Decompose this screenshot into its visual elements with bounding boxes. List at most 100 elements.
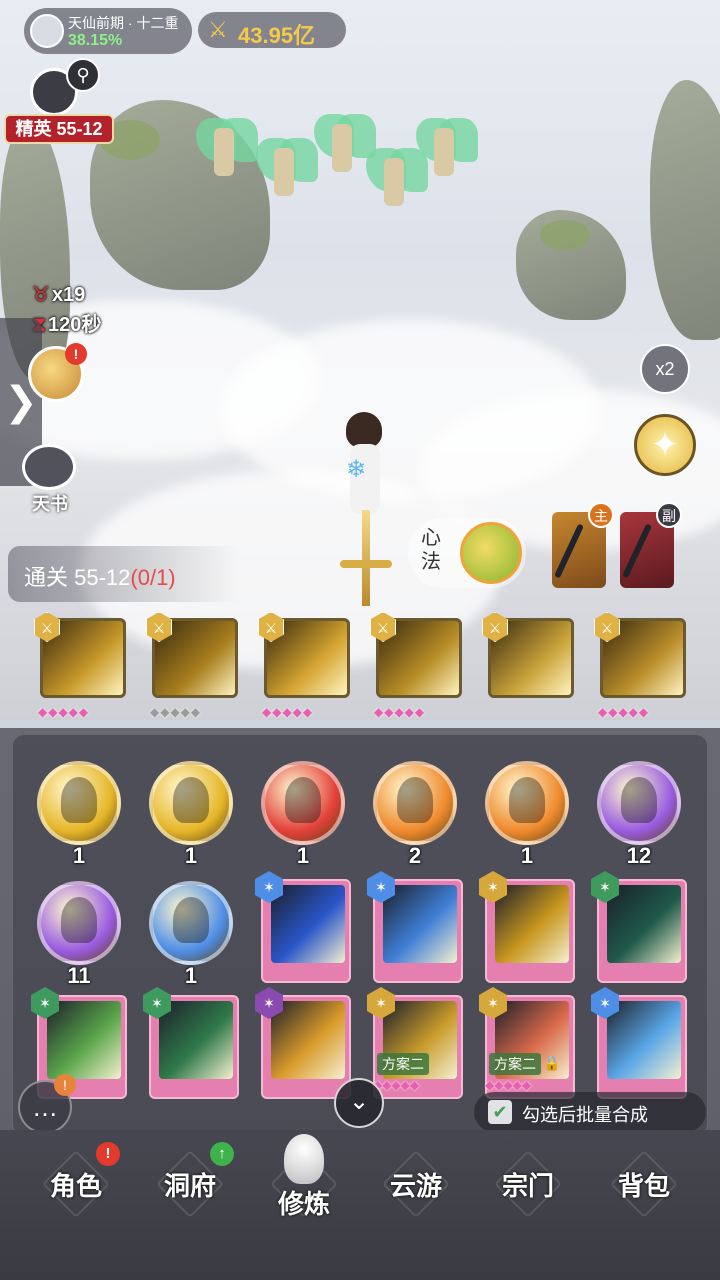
skill-card-item[interactable]: ✶ [591, 871, 689, 985]
magnifier-icon[interactable]: ⚲ [66, 58, 100, 92]
skill-card-item[interactable]: ✶ [591, 987, 689, 1101]
skill-slot[interactable]: ⚔ ◆◆◆◆◆ [146, 612, 240, 724]
skill-card-item[interactable]: ✶ [255, 871, 353, 985]
xinfa-orb-icon[interactable] [460, 522, 522, 584]
collapse-panel-button[interactable]: ⌄ [334, 1078, 384, 1128]
batch-merge-toggle[interactable]: ✔ 勾选后批量合成 [474, 1092, 706, 1132]
stage-emblem[interactable]: ⚲ [26, 58, 100, 116]
skill-slot[interactable]: ⚔ ◆◆◆◆◆ [258, 612, 352, 724]
player-character: ❄ [334, 410, 394, 610]
spirit-orb-item[interactable]: 1 [479, 755, 575, 868]
enemy [366, 142, 428, 212]
skill-slot[interactable]: ⚔ ◆◆◆◆◆ [370, 612, 464, 724]
realm-title: 天仙前期 · 十二重 [68, 15, 179, 31]
nav-label: 云游 [389, 1171, 442, 1201]
nav-label: 背包 [617, 1171, 670, 1201]
tianshu-button[interactable]: 天书 [18, 444, 80, 514]
star-pips [486, 704, 580, 720]
nav-role[interactable]: 角色! [26, 1142, 126, 1250]
spirit-orb-item[interactable]: 11 [31, 875, 127, 988]
clear-text: 通关 55-12 [24, 565, 131, 590]
skill-card-item[interactable]: ✶ [255, 987, 353, 1101]
xinfa-slot[interactable]: 心法 [408, 518, 526, 588]
realm-status[interactable]: 天仙前期 · 十二重 38.15% [24, 8, 192, 54]
spirit-orb-item[interactable]: 1 [143, 755, 239, 868]
chat-button[interactable]: …! [18, 1074, 76, 1134]
snowflake-icon: ❄ [346, 456, 367, 483]
spirit-orb-item[interactable]: 1 [143, 875, 239, 988]
skill-slot[interactable]: ⚔ [482, 612, 576, 724]
item-count: 1 [184, 843, 198, 868]
nav-cultivate[interactable]: 修炼 [254, 1134, 354, 1250]
event-button[interactable]: ! [28, 343, 87, 402]
star-pips: ◆◆◆◆◆ [38, 705, 90, 719]
plan-tag: 方案二 [377, 1053, 429, 1075]
skill-card-item[interactable]: ✶ [479, 871, 577, 985]
enemy [314, 108, 376, 178]
star-pips: ◆◆◆◆◆ [150, 705, 202, 719]
plan-tag: 方案二 [489, 1053, 541, 1075]
checkbox[interactable]: ✔ [488, 1100, 512, 1124]
blade-icon [554, 523, 584, 579]
spirit-orb-item[interactable]: 1 [31, 755, 127, 868]
card-art [159, 1001, 233, 1079]
enemy [256, 132, 318, 202]
enemy-group [196, 102, 506, 224]
star-pips: ◆◆◆◆◆ [262, 705, 314, 719]
realm-progress: 38.15% [68, 32, 123, 49]
blade-icon [622, 523, 652, 579]
nav-label: 修炼 [277, 1189, 330, 1219]
nav-bag[interactable]: 背包 [594, 1150, 694, 1250]
spirit-orb-item[interactable]: 12 [591, 755, 687, 868]
tianshu-label: 天书 [32, 494, 68, 514]
card-art [607, 1001, 681, 1079]
star-pips: ◆◆◆◆◆ [373, 1078, 420, 1092]
star-skill-icon[interactable]: ✦ [634, 414, 696, 476]
figure-silhouette-icon [397, 777, 433, 823]
figure-silhouette-icon [173, 777, 209, 823]
skill-card-item[interactable]: ✶ [143, 987, 241, 1101]
star-pips: ◆◆◆◆◆ [598, 705, 650, 719]
skill-card-item[interactable]: ✶ [367, 871, 465, 985]
skill-slot[interactable]: ⚔ ◆◆◆◆◆ [594, 612, 688, 724]
spirit-orb-item[interactable]: 1 [255, 755, 351, 868]
speed-toggle[interactable]: x2 [640, 344, 690, 394]
skill-card-item[interactable]: ✶ 方案二 ◆◆◆◆◆ [367, 987, 465, 1101]
item-count: 1 [296, 843, 310, 868]
item-count: 1 [72, 843, 86, 868]
item-count: 12 [626, 843, 652, 868]
enemy [416, 112, 478, 182]
mountain-far-right [650, 80, 720, 340]
figure-silhouette-icon [621, 777, 657, 823]
skill-slot[interactable]: ⚔ ◆◆◆◆◆ [34, 612, 128, 724]
xinfa-label: 心法 [421, 527, 441, 573]
nav-travel[interactable]: 云游 [366, 1150, 466, 1250]
kill-counter: ♉ x19 [32, 282, 85, 307]
card-art [607, 885, 681, 963]
star-pips: ◆◆◆◆◆ [485, 1078, 532, 1092]
realm-avatar-icon [30, 14, 64, 48]
alert-badge: ! [96, 1142, 120, 1166]
nav-label: 角色 [49, 1171, 102, 1201]
sub-tag: 副 [656, 502, 682, 528]
skill-card-item[interactable]: ✶ 方案二 🔒 ◆◆◆◆◆ [479, 987, 577, 1101]
main-tag: 主 [588, 502, 614, 528]
kill-count: x19 [51, 284, 86, 306]
sub-weapon-slot[interactable]: 副 [620, 502, 682, 588]
nav-sect[interactable]: 宗门 [478, 1150, 578, 1250]
figure-silhouette-icon [61, 777, 97, 823]
main-weapon-slot[interactable]: 主 [552, 502, 614, 588]
nav-label: 宗门 [501, 1171, 554, 1201]
spirit-orb-item[interactable]: 2 [367, 755, 463, 868]
combat-power-value: 43.95亿 [238, 23, 316, 48]
card-art [495, 885, 569, 963]
alert-badge: ! [65, 343, 87, 365]
card-art [383, 885, 457, 963]
item-count: 2 [408, 843, 422, 868]
star-pips: ◆◆◆◆◆ [374, 705, 426, 719]
combat-power[interactable]: ⚔ 43.95亿 [198, 12, 346, 48]
crossed-swords-icon: ⚔ [208, 17, 228, 42]
nav-cave[interactable]: 洞府 ↑ [140, 1142, 240, 1250]
card-art [271, 885, 345, 963]
stage-clear-progress: 通关 55-12(0/1) [8, 546, 240, 602]
